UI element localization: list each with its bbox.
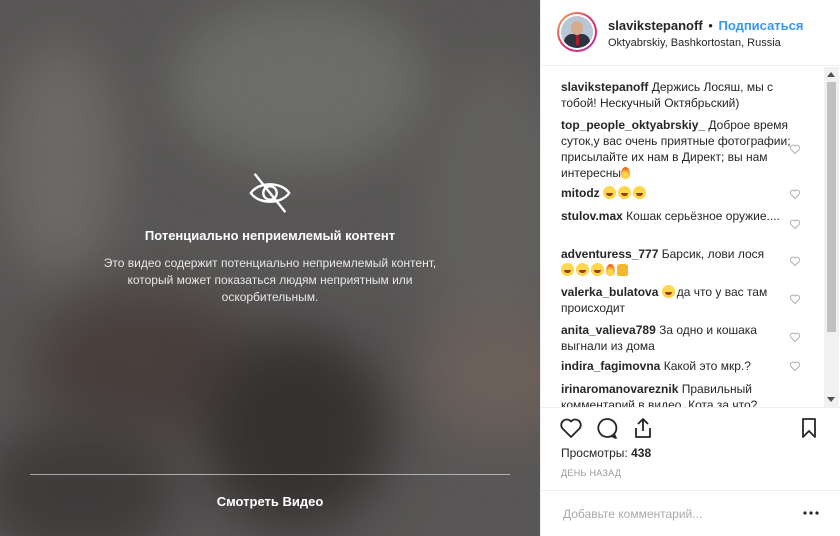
eye-crossed-icon — [249, 173, 291, 213]
comment-username[interactable]: anita_valieva789 — [561, 323, 656, 337]
comments-list[interactable]: slavikstepanoff Держись Лосяш, мы с тобо… — [541, 67, 840, 407]
comment-bubble-icon[interactable] — [595, 416, 619, 440]
share-icon[interactable] — [631, 416, 655, 440]
comment-item: mitodz — [561, 185, 791, 201]
like-comment-heart-icon[interactable] — [789, 360, 801, 372]
username-link[interactable]: slavikstepanoff — [608, 18, 703, 33]
comment-item: top_people_oktyabrskiy_ Доброе время сут… — [561, 117, 791, 181]
comment-item: irinaromanovareznik Правильный комментар… — [561, 381, 791, 407]
watch-video-button[interactable]: Смотреть Видео — [170, 494, 370, 509]
warning-title: Потенциально неприемлемый контент — [144, 228, 396, 243]
comment-username[interactable]: top_people_oktyabrskiy_ — [561, 118, 705, 132]
action-bar — [541, 407, 840, 448]
add-comment-bar — [541, 490, 840, 536]
like-comment-heart-icon[interactable] — [789, 188, 801, 200]
like-comment-heart-icon[interactable] — [789, 218, 801, 230]
avatar[interactable] — [557, 12, 597, 52]
post-timestamp[interactable]: ДЕНЬ НАЗАД — [561, 468, 621, 478]
avatar-ring — [559, 14, 595, 50]
views-label: Просмотры: — [561, 446, 628, 460]
thumbs-up-emoji-icon — [617, 264, 628, 276]
comment-username[interactable]: valerka_bulatova — [561, 285, 658, 299]
comment-username[interactable]: stulov.max — [561, 209, 623, 223]
comment-username[interactable]: irinaromanovareznik — [561, 382, 678, 396]
comment-input[interactable] — [561, 503, 785, 525]
post-sidebar: slavikstepanoff • Подписаться Oktyabrski… — [540, 0, 840, 536]
views-value: 438 — [631, 446, 652, 460]
location-link[interactable]: Oktyabrskiy, Bashkortostan, Russia — [608, 37, 781, 49]
comment-item: adventuress_777 Барсик, лови лося — [561, 246, 791, 278]
comment-item: stulov.max Кошак серьёзное оружие.... — [561, 208, 791, 224]
comment-username[interactable]: adventuress_777 — [561, 247, 658, 261]
like-comment-heart-icon[interactable] — [789, 143, 801, 155]
comment-item: indira_fagimovna Какой это мкр.? — [561, 358, 791, 374]
avatar-photo-part — [576, 35, 579, 45]
avatar-photo — [561, 16, 593, 48]
comment-text: Барсик, лови лося — [661, 247, 765, 261]
comment-item: anita_valieva789 За одно и кошака выгнал… — [561, 322, 791, 354]
post-header: slavikstepanoff • Подписаться Oktyabrski… — [541, 0, 840, 66]
grinning-emoji-icon — [591, 263, 604, 276]
views-count: Просмотры: 438 — [561, 446, 651, 460]
header-line: slavikstepanoff • Подписаться — [608, 18, 803, 33]
media-pane: Потенциально неприемлемый контент Это ви… — [0, 0, 540, 536]
bookmark-icon[interactable] — [797, 416, 821, 440]
grinning-emoji-icon — [561, 263, 574, 276]
grinning-emoji-icon — [618, 186, 632, 199]
scroll-down-arrow-icon[interactable] — [827, 397, 835, 402]
scroll-thumb[interactable] — [827, 82, 836, 332]
scroll-up-arrow-icon[interactable] — [827, 72, 835, 77]
like-heart-icon[interactable] — [559, 416, 583, 440]
grinning-emoji-icon — [603, 186, 617, 199]
follow-button[interactable]: Подписаться — [718, 18, 803, 33]
more-options-icon[interactable] — [803, 511, 819, 515]
comment-username[interactable]: slavikstepanoff — [561, 80, 648, 94]
comment-text: Кошак серьёзное оружие.... — [626, 209, 780, 223]
fire-emoji-icon — [620, 167, 630, 179]
comment-username[interactable]: mitodz — [561, 186, 600, 200]
comment-item: valerka_bulatova да что у вас там происх… — [561, 284, 791, 316]
grinning-emoji-icon — [633, 186, 647, 199]
comments-scrollbar[interactable] — [824, 67, 839, 407]
avatar-photo-part — [571, 21, 583, 35]
grinning-emoji-icon — [576, 263, 589, 276]
comment-text: Какой это мкр.? — [663, 359, 751, 373]
grinning-emoji-icon — [661, 285, 675, 298]
warning-text: Это видео содержит потенциально неприемл… — [103, 256, 437, 304]
like-comment-heart-icon[interactable] — [789, 255, 801, 267]
comment-username[interactable]: indira_fagimovna — [561, 359, 660, 373]
separator-dot: • — [708, 18, 713, 33]
like-comment-heart-icon[interactable] — [789, 293, 801, 305]
sensitive-content-warning: Потенциально неприемлемый контент Это ви… — [70, 170, 470, 306]
comment-item: slavikstepanoff Держись Лосяш, мы с тобо… — [561, 79, 791, 111]
divider — [30, 474, 510, 475]
like-comment-heart-icon[interactable] — [789, 331, 801, 343]
fire-emoji-icon — [606, 264, 615, 276]
